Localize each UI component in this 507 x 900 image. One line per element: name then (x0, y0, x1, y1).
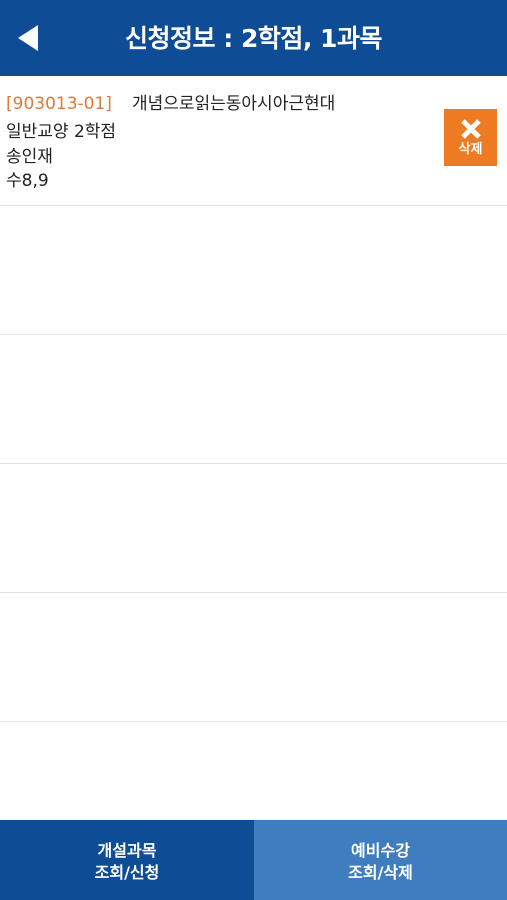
bottom-tab-bar: 개설과목 조회/신청 예비수강 조회/삭제 (0, 820, 507, 900)
tab-label-line1: 예비수강 (351, 841, 410, 860)
page-title: 신청정보 : 2학점, 1과목 (125, 24, 382, 53)
delete-label: 삭제 (458, 142, 483, 157)
back-arrow-icon (18, 25, 38, 51)
empty-row (0, 464, 507, 593)
header-bar: 신청정보 : 2학점, 1과목 (0, 0, 507, 76)
empty-row (0, 593, 507, 722)
course-row: [903013-01] 개념으로읽는동아시아근현대 일반교양 2학점 송인재 수8… (0, 76, 507, 206)
tab-label-line2: 조회/신청 (94, 863, 160, 882)
course-schedule: 수8,9 (6, 171, 49, 191)
tab-label-line2: 조회/삭제 (348, 863, 413, 882)
course-name: 개념으로읽는동아시아근현대 (131, 94, 336, 114)
delete-button[interactable]: 삭제 (444, 109, 497, 166)
back-button[interactable] (10, 20, 46, 56)
course-title-line: [903013-01] 개념으로읽는동아시아근현대 (6, 93, 335, 115)
empty-row (0, 335, 507, 464)
course-professor: 송인재 (6, 147, 53, 167)
empty-row (0, 206, 507, 335)
screen: 신청정보 : 2학점, 1과목 [903013-01] 개념으로읽는동아시아근현대… (0, 0, 507, 900)
tab-pre-registration[interactable]: 예비수강 조회/삭제 (254, 820, 507, 900)
course-list: [903013-01] 개념으로읽는동아시아근현대 일반교양 2학점 송인재 수8… (0, 76, 507, 722)
close-icon (460, 119, 481, 139)
course-code: [903013-01] (6, 94, 112, 114)
course-category: 일반교양 2학점 (6, 122, 117, 142)
tab-open-courses[interactable]: 개설과목 조회/신청 (0, 820, 254, 900)
tab-label-line1: 개설과목 (97, 841, 157, 860)
